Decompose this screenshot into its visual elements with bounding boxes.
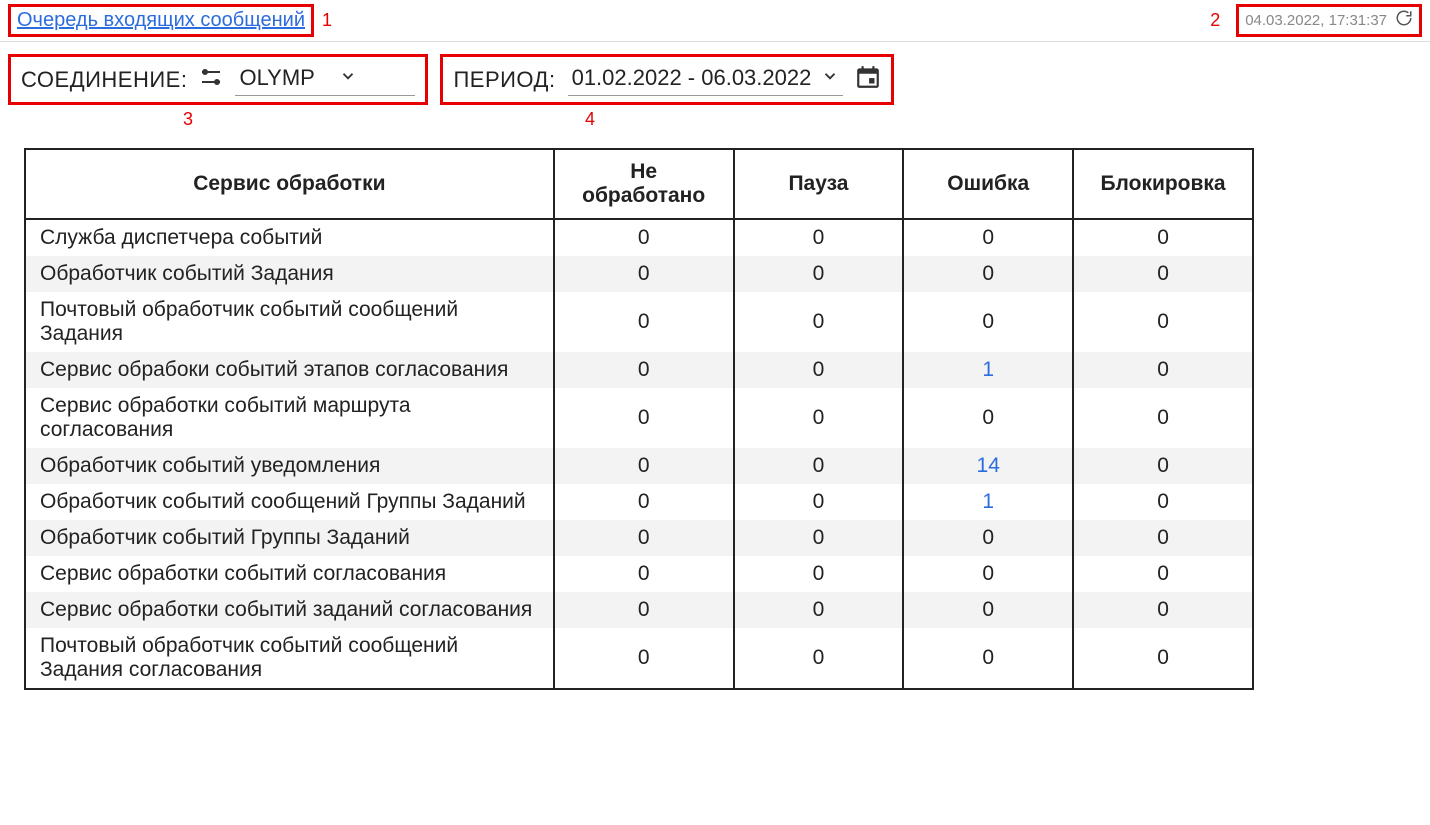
cell-unprocessed: 0: [554, 292, 734, 352]
cell-unprocessed: 0: [554, 484, 734, 520]
cell-error[interactable]: 14: [903, 448, 1073, 484]
cell-unprocessed: 0: [554, 219, 734, 256]
cell-error[interactable]: 1: [903, 352, 1073, 388]
cell-block: 0: [1073, 592, 1253, 628]
cell-service: Сервис обработки событий заданий согласо…: [25, 592, 554, 628]
cell-pause: 0: [734, 556, 904, 592]
chevron-down-icon: [821, 67, 839, 90]
period-dropdown[interactable]: 01.02.2022 - 06.03.2022: [568, 63, 844, 96]
annotation-1: 1: [322, 10, 332, 31]
cell-pause: 0: [734, 520, 904, 556]
cell-error: 0: [903, 388, 1073, 448]
page-title-box: Очередь входящих сообщений: [8, 4, 314, 37]
cell-unprocessed: 0: [554, 520, 734, 556]
cell-unprocessed: 0: [554, 556, 734, 592]
cell-service: Почтовый обработчик событий сообщений За…: [25, 292, 554, 352]
cell-pause: 0: [734, 484, 904, 520]
col-error: Ошибка: [903, 149, 1073, 219]
table-row: Сервис обработки событий согласования000…: [25, 556, 1253, 592]
cell-unprocessed: 0: [554, 352, 734, 388]
col-service: Сервис обработки: [25, 149, 554, 219]
page-title-link[interactable]: Очередь входящих сообщений: [17, 9, 305, 32]
annotation-3: 3: [183, 109, 193, 130]
cell-service: Обработчик событий Группы Заданий: [25, 520, 554, 556]
timestamp-box: 04.03.2022, 17:31:37: [1236, 4, 1422, 37]
top-bar: Очередь входящих сообщений 1 2 04.03.202…: [0, 0, 1430, 42]
annotation-row: 3 4: [0, 105, 1430, 130]
cell-pause: 0: [734, 448, 904, 484]
cell-error: 0: [903, 556, 1073, 592]
connection-dropdown[interactable]: OLYMP: [235, 63, 415, 96]
cell-pause: 0: [734, 256, 904, 292]
table-container: Сервис обработки Не обработано Пауза Оши…: [0, 130, 1430, 690]
cell-block: 0: [1073, 484, 1253, 520]
period-filter-box: ПЕРИОД: 01.02.2022 - 06.03.2022: [440, 54, 894, 105]
connection-label: СОЕДИНЕНИЕ:: [21, 67, 187, 93]
cell-unprocessed: 0: [554, 388, 734, 448]
connection-icon: [199, 65, 223, 94]
cell-pause: 0: [734, 219, 904, 256]
cell-block: 0: [1073, 628, 1253, 689]
cell-block: 0: [1073, 292, 1253, 352]
table-row: Почтовый обработчик событий сообщений За…: [25, 628, 1253, 689]
cell-error: 0: [903, 592, 1073, 628]
cell-block: 0: [1073, 388, 1253, 448]
cell-error[interactable]: 1: [903, 484, 1073, 520]
cell-block: 0: [1073, 352, 1253, 388]
cell-service: Обработчик событий сообщений Группы Зада…: [25, 484, 554, 520]
annotation-2: 2: [1210, 10, 1220, 31]
period-label: ПЕРИОД:: [453, 67, 555, 93]
cell-pause: 0: [734, 388, 904, 448]
table-row: Обработчик событий сообщений Группы Зада…: [25, 484, 1253, 520]
connection-value: OLYMP: [239, 65, 314, 91]
table-row: Сервис обработки событий маршрута соглас…: [25, 388, 1253, 448]
col-pause: Пауза: [734, 149, 904, 219]
cell-service: Служба диспетчера событий: [25, 219, 554, 256]
cell-service: Почтовый обработчик событий сообщений За…: [25, 628, 554, 689]
cell-error: 0: [903, 292, 1073, 352]
timestamp: 04.03.2022, 17:31:37: [1245, 12, 1387, 29]
queue-table: Сервис обработки Не обработано Пауза Оши…: [24, 148, 1254, 690]
col-unprocessed: Не обработано: [554, 149, 734, 219]
cell-block: 0: [1073, 448, 1253, 484]
cell-service: Обработчик событий Задания: [25, 256, 554, 292]
table-row: Почтовый обработчик событий сообщений За…: [25, 292, 1253, 352]
cell-service: Обработчик событий уведомления: [25, 448, 554, 484]
cell-unprocessed: 0: [554, 448, 734, 484]
table-row: Сервис обрабоки событий этапов согласова…: [25, 352, 1253, 388]
table-row: Служба диспетчера событий0000: [25, 219, 1253, 256]
table-row: Обработчик событий уведомления00140: [25, 448, 1253, 484]
connection-filter-box: СОЕДИНЕНИЕ: OLYMP: [8, 54, 428, 105]
cell-service: Сервис обрабоки событий этапов согласова…: [25, 352, 554, 388]
cell-service: Сервис обработки событий согласования: [25, 556, 554, 592]
cell-block: 0: [1073, 520, 1253, 556]
cell-error: 0: [903, 628, 1073, 689]
filters-row: СОЕДИНЕНИЕ: OLYMP ПЕРИОД: 01.02.2022 - 0…: [0, 42, 1430, 105]
cell-block: 0: [1073, 556, 1253, 592]
cell-unprocessed: 0: [554, 628, 734, 689]
cell-block: 0: [1073, 219, 1253, 256]
refresh-icon[interactable]: [1395, 9, 1413, 32]
table-row: Сервис обработки событий заданий согласо…: [25, 592, 1253, 628]
cell-error: 0: [903, 520, 1073, 556]
cell-pause: 0: [734, 352, 904, 388]
cell-error: 0: [903, 219, 1073, 256]
table-row: Обработчик событий Задания0000: [25, 256, 1253, 292]
calendar-icon[interactable]: [855, 64, 881, 95]
table-row: Обработчик событий Группы Заданий0000: [25, 520, 1253, 556]
cell-unprocessed: 0: [554, 592, 734, 628]
cell-block: 0: [1073, 256, 1253, 292]
col-block: Блокировка: [1073, 149, 1253, 219]
annotation-4: 4: [585, 109, 595, 130]
cell-error: 0: [903, 256, 1073, 292]
cell-pause: 0: [734, 592, 904, 628]
cell-pause: 0: [734, 628, 904, 689]
cell-pause: 0: [734, 292, 904, 352]
cell-unprocessed: 0: [554, 256, 734, 292]
cell-service: Сервис обработки событий маршрута соглас…: [25, 388, 554, 448]
period-value: 01.02.2022 - 06.03.2022: [572, 65, 812, 91]
chevron-down-icon: [339, 67, 357, 90]
